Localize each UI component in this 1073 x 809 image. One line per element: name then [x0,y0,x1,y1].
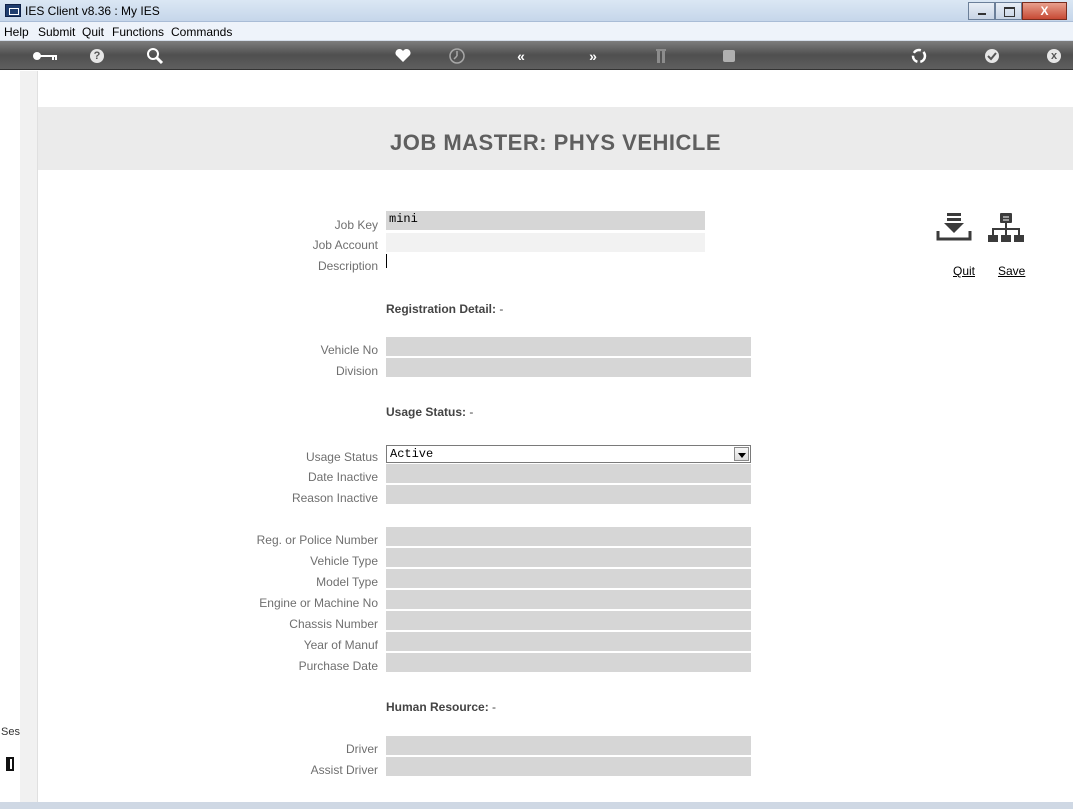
session-icon[interactable] [6,757,14,771]
app-icon [5,4,21,17]
registration-section-title: Registration Detail: - [386,302,503,316]
vehicle-type-label: Vehicle Type [310,554,378,568]
menu-submit[interactable]: Submit [38,25,75,39]
window-title: IES Client v8.36 : My IES [25,4,160,18]
reason-inactive-label: Reason Inactive [291,491,378,505]
chassis-number-field[interactable] [386,611,751,630]
reg-police-number-label: Reg. or Police Number [256,533,378,547]
date-inactive-field[interactable] [386,464,751,483]
menu-bar: Help Submit Quit Functions Commands [0,22,1073,41]
menu-help[interactable]: Help [4,25,29,39]
vehicle-no-field[interactable] [386,337,751,356]
model-type-field[interactable] [386,569,751,588]
menu-quit[interactable]: Quit [82,25,104,39]
usage-status-label: Usage Status [305,450,378,464]
vehicle-type-field[interactable] [386,548,751,567]
client-area [0,71,1073,809]
page-title: JOB MASTER: PHYS VEHICLE [389,130,722,155]
text-cursor [386,254,387,268]
toolbar: ? « » x [0,41,1073,70]
heart-icon[interactable] [394,47,412,65]
purchase-date-label: Purchase Date [298,659,378,673]
engine-machine-no-label: Engine or Machine No [259,596,378,610]
driver-label: Driver [346,742,378,756]
reason-inactive-field[interactable] [386,485,751,504]
usage-section-title: Usage Status: - [386,405,473,419]
job-key-label: Job Key [334,218,378,232]
job-account-label: Job Account [312,238,378,252]
driver-field[interactable] [386,736,751,755]
model-type-label: Model Type [316,575,378,589]
close-icon[interactable]: x [1047,49,1061,63]
session-label[interactable]: Ses [1,726,20,738]
close-window-label: X [1040,4,1049,18]
division-field[interactable] [386,358,751,377]
previous-icon[interactable]: « [512,47,530,65]
chassis-number-label: Chassis Number [289,617,378,631]
window-controls: X [968,2,1067,20]
job-account-field[interactable] [386,233,705,252]
maximize-button[interactable] [995,2,1022,20]
menu-functions[interactable]: Functions [112,25,164,39]
save-link[interactable]: Save [998,264,1025,278]
hr-section-title: Human Resource: - [386,700,496,714]
quit-link[interactable]: Quit [953,264,975,278]
chevron-down-icon[interactable] [734,447,749,461]
clock-icon[interactable] [448,47,466,65]
stop-icon[interactable] [720,47,738,65]
check-icon[interactable] [985,49,999,63]
key-icon[interactable] [30,47,60,65]
hr-section-name: Human Resource: [386,700,489,714]
recycle-icon[interactable] [910,47,928,65]
purchase-date-field[interactable] [386,653,751,672]
job-key-field[interactable]: mini [386,211,705,230]
columns-icon[interactable] [654,47,672,65]
quit-icon[interactable] [934,211,974,251]
reg-police-number-field[interactable] [386,527,751,546]
division-label: Division [335,364,378,378]
window-bottom-border [0,802,1073,809]
year-of-manuf-field[interactable] [386,632,751,651]
assist-driver-label: Assist Driver [310,763,378,777]
save-icon[interactable] [986,211,1026,251]
assist-driver-field[interactable] [386,757,751,776]
left-panel [20,71,38,802]
close-window-button[interactable]: X [1022,2,1067,20]
minimize-button[interactable] [968,2,995,20]
registration-section-name: Registration Detail: [386,302,497,316]
next-icon[interactable]: » [584,47,602,65]
usage-section-name: Usage Status: [386,405,467,419]
menu-commands[interactable]: Commands [171,25,232,39]
description-label: Description [317,259,378,273]
engine-machine-no-field[interactable] [386,590,751,609]
registration-section-suffix: - [496,302,504,316]
date-inactive-label: Date Inactive [307,470,378,484]
usage-status-value: Active [390,447,434,461]
title-bar: IES Client v8.36 : My IES X [0,0,1073,22]
usage-section-suffix: - [466,405,474,419]
hr-section-suffix: - [488,700,497,714]
vehicle-no-label: Vehicle No [320,343,378,357]
year-of-manuf-label: Year of Manuf [303,638,378,652]
help-icon[interactable]: ? [90,49,104,63]
usage-status-select[interactable]: Active [386,445,751,463]
search-icon[interactable] [146,47,164,65]
